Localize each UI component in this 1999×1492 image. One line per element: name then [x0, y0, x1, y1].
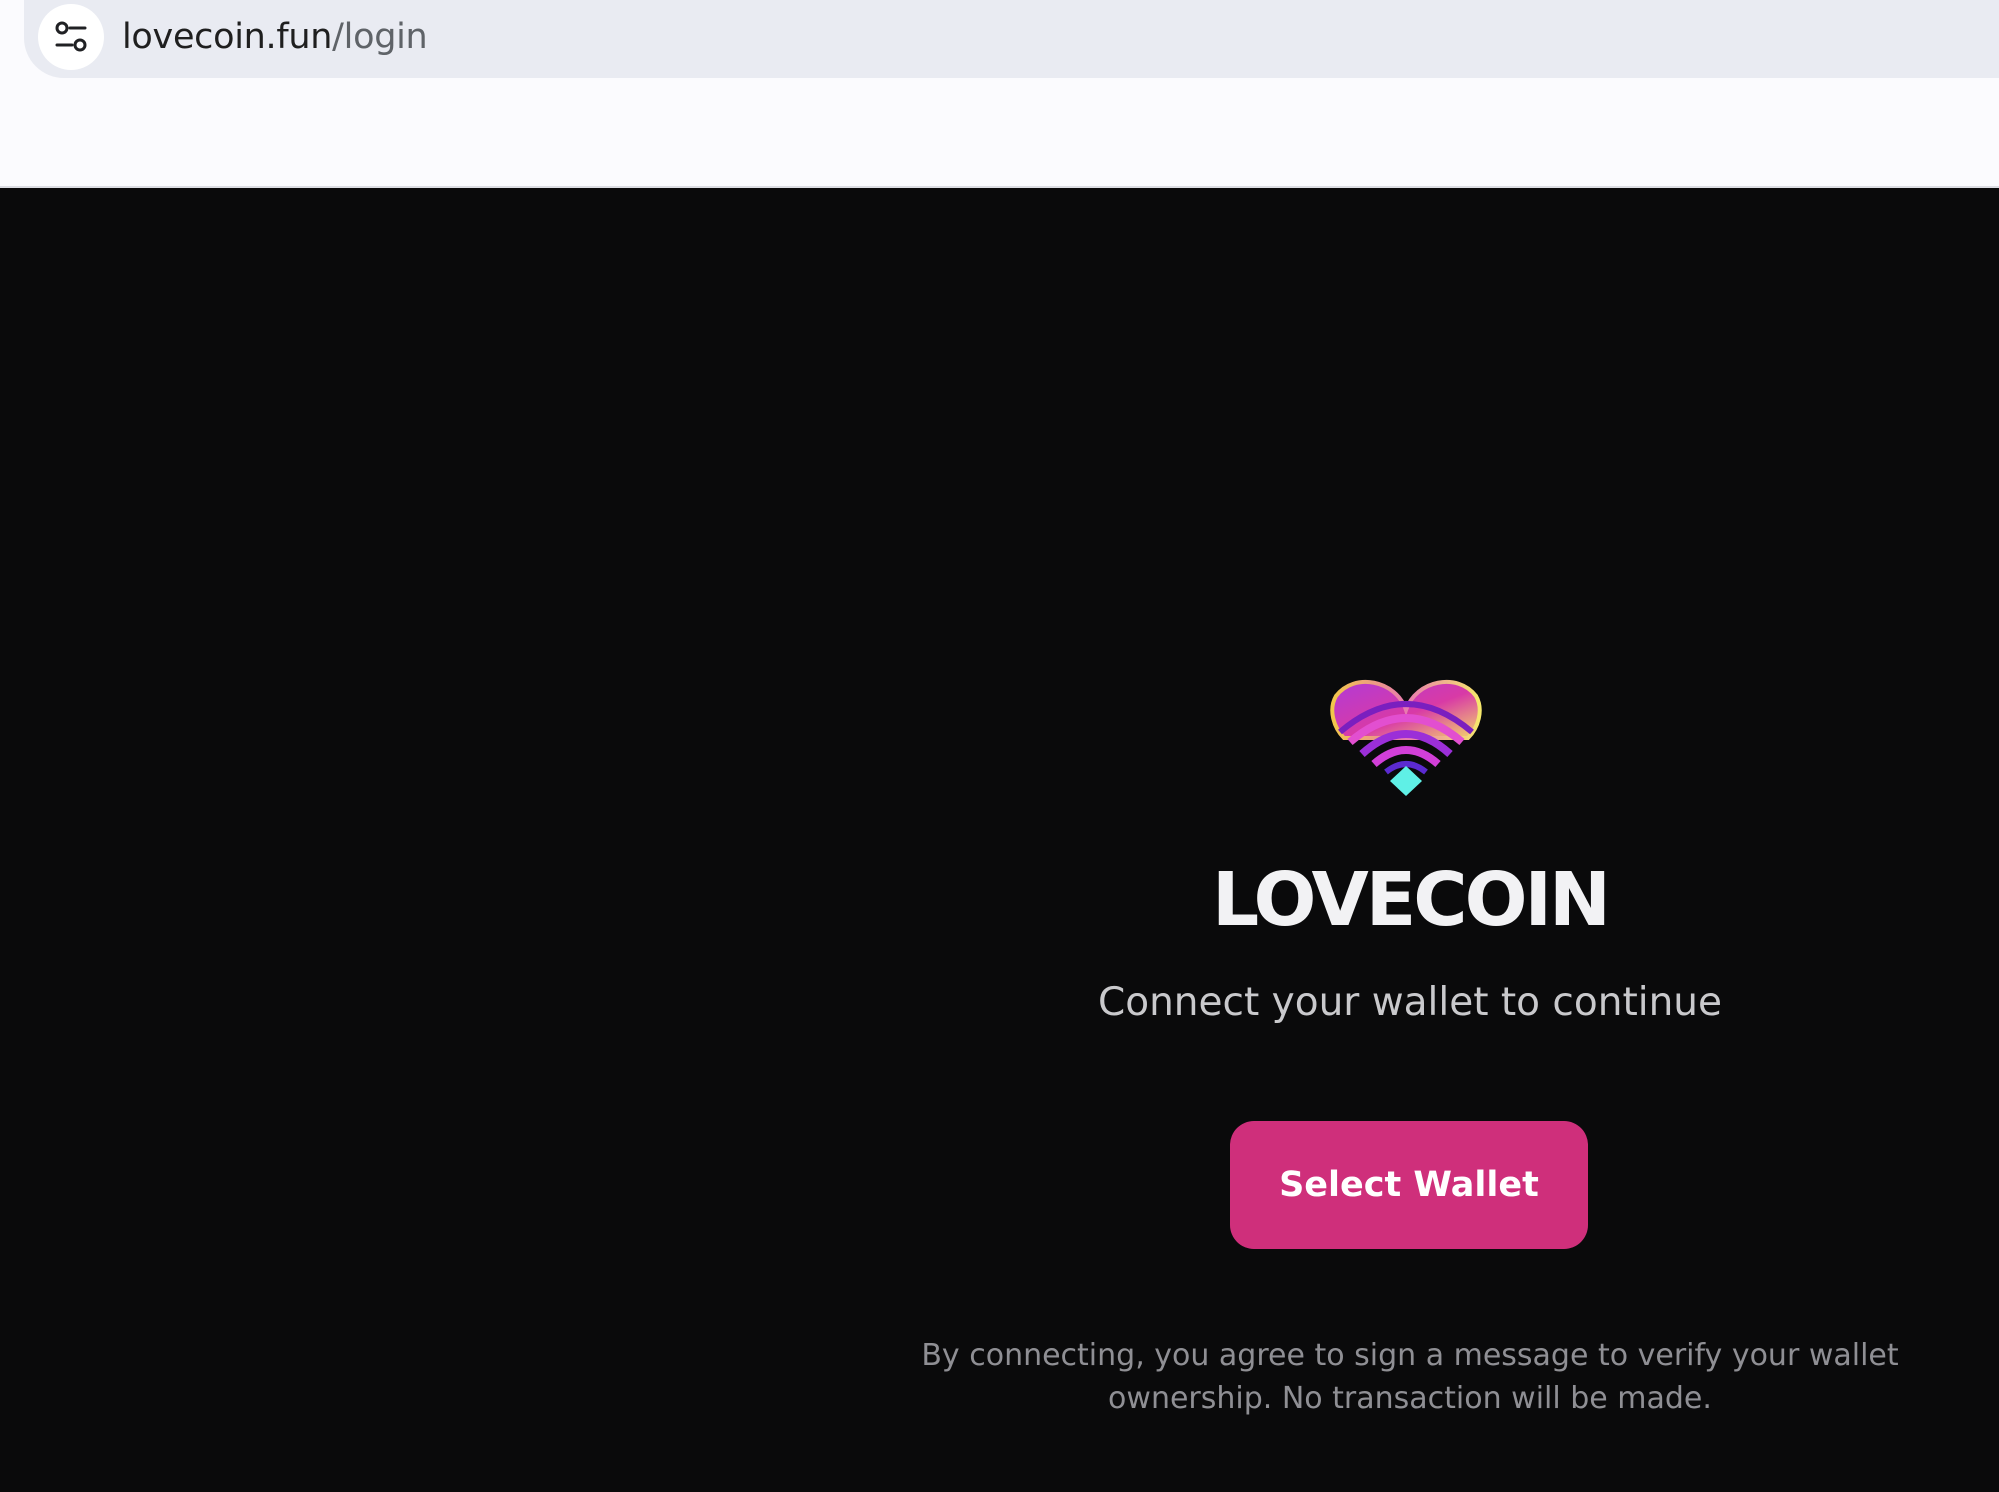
tune-icon: [55, 21, 87, 52]
site-info-button[interactable]: [38, 4, 104, 70]
address-bar[interactable]: lovecoin.fun/login: [24, 0, 1999, 78]
url-path: /login: [332, 17, 428, 57]
brand-title: LOVECOIN: [1212, 857, 1611, 943]
login-page: [0, 188, 1999, 1492]
connect-subtitle: Connect your wallet to continue: [1097, 980, 1723, 1025]
url-host: lovecoin.fun: [122, 17, 333, 57]
heart-wifi-logo-icon: [1330, 666, 1482, 798]
browser-toolbar: lovecoin.fun/login: [0, 0, 1999, 188]
select-wallet-button[interactable]: Select Wallet: [1230, 1121, 1588, 1249]
sign-message-disclaimer: By connecting, you agree to sign a messa…: [921, 1338, 1899, 1416]
url-text[interactable]: lovecoin.fun/login: [122, 10, 428, 64]
